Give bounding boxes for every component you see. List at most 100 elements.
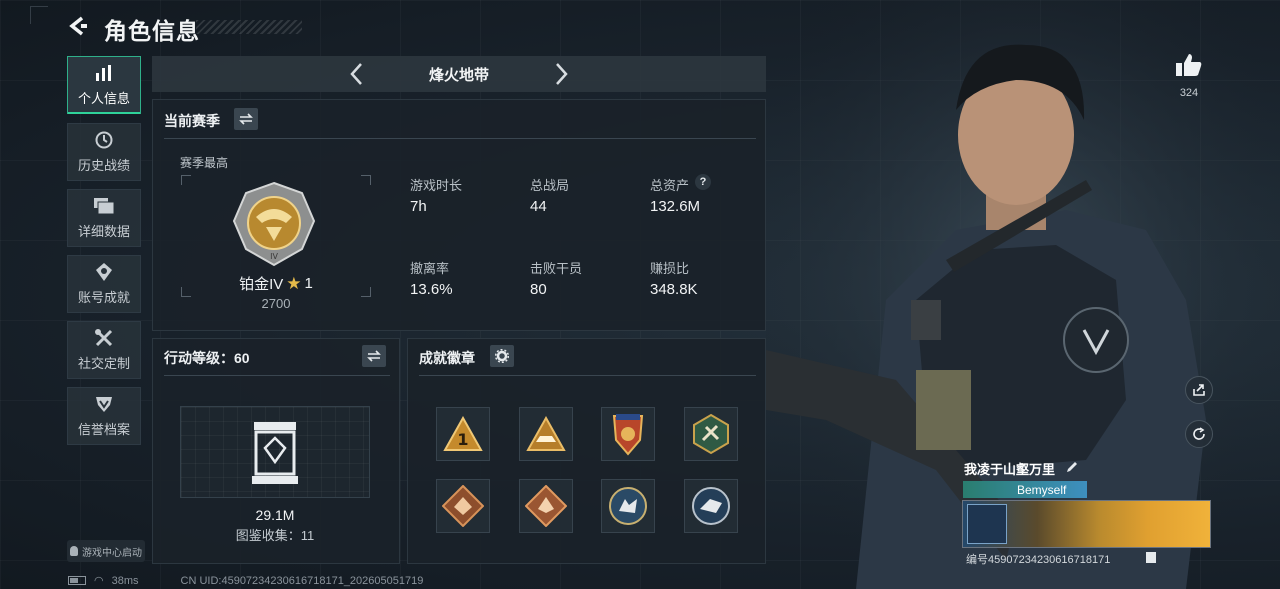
mode-selector: 烽火地带 (152, 56, 766, 92)
player-tag: Bemyself (963, 481, 1087, 498)
player-name: 我凌于山壑万里 (964, 462, 1056, 477)
profile-banner[interactable] (962, 500, 1211, 548)
corner-decoration (30, 6, 48, 24)
player-uid: 编号4590723423061671817​1 (966, 551, 1110, 567)
like-count: 324 (1179, 87, 1199, 99)
badge-beast-icon (442, 485, 484, 527)
action-level-divider (164, 375, 390, 376)
sidebar-item-details[interactable]: 详细数据 (67, 189, 141, 247)
swap-icon (367, 350, 381, 362)
game-center-button[interactable]: 游戏中心启动 (67, 540, 145, 562)
collection-case-icon (250, 420, 300, 491)
svg-text:1: 1 (457, 430, 468, 449)
like-button[interactable] (1175, 52, 1203, 80)
clock-icon (93, 130, 115, 150)
stat-value: 80 (530, 281, 547, 298)
help-icon[interactable]: ? (695, 174, 711, 190)
share-icon (1193, 384, 1205, 396)
collection-value: 29.1M (255, 507, 295, 523)
stat-value: 348.8K (650, 281, 698, 298)
gear-icon (495, 349, 509, 363)
ping-value: 38ms (111, 574, 139, 587)
mode-title: 烽火地带 (428, 66, 489, 84)
stat-label: 游戏时长 (410, 178, 463, 193)
achievement-badge[interactable] (601, 407, 655, 461)
sidebar-item-label: 信誉档案 (77, 422, 130, 437)
sidebar-item-history[interactable]: 历史战绩 (67, 123, 141, 181)
stat-label: 赚损比 (650, 261, 690, 276)
stat-label: 击败干员 (530, 261, 583, 276)
game-center-label: 游戏中心启动 (82, 547, 142, 559)
stat-label: 总资产 (650, 178, 690, 193)
folder-icon (93, 196, 115, 216)
stat-value: 7h (410, 198, 427, 215)
sidebar-item-label: 历史战绩 (77, 158, 130, 173)
action-level-switch-button[interactable] (362, 345, 386, 367)
chevron-left-icon (350, 63, 362, 85)
copy-icon[interactable] (1146, 552, 1156, 563)
shield-icon (93, 394, 115, 414)
achievement-badge[interactable] (436, 479, 490, 533)
share-button[interactable] (1185, 376, 1213, 404)
title-decoration (196, 20, 302, 34)
prev-mode-button[interactable] (342, 60, 370, 88)
season-title: 当前赛季 (164, 113, 220, 129)
stat-label: 总战局 (530, 178, 570, 193)
refresh-icon (1193, 427, 1205, 440)
badge-icon (93, 262, 115, 282)
penguin-icon (70, 546, 78, 556)
sidebar-item-profile[interactable]: 个人信息 (67, 56, 141, 114)
rank-score: 2700 (261, 296, 291, 311)
back-arrow-icon (69, 16, 87, 36)
back-button[interactable] (64, 12, 92, 40)
thumbs-up-icon (1176, 54, 1202, 76)
badge-wolf2-icon (692, 487, 730, 525)
achievement-badge[interactable] (519, 407, 573, 461)
achievements-settings-button[interactable] (490, 345, 514, 367)
sidebar-item-reputation[interactable]: 信誉档案 (67, 387, 141, 445)
rank-stars: 1 (304, 275, 313, 292)
badge-hex-icon (693, 413, 729, 455)
player-tag-label: Bemyself (1017, 482, 1067, 497)
tools-icon (93, 328, 115, 348)
achievement-badge[interactable] (519, 479, 573, 533)
rank-name: 铂金IV (239, 276, 284, 293)
stat-value: 44 (530, 198, 547, 215)
stat-label: 撤离率 (410, 261, 450, 276)
badge-crest-icon (612, 414, 644, 456)
sidebar-item-achievements[interactable]: 账号成就 (67, 255, 141, 313)
rank-name-row: 铂金IV ★ 1 (181, 273, 371, 294)
star-icon: ★ (286, 273, 302, 293)
badge-wolf-icon (609, 487, 647, 525)
chevron-right-icon (556, 63, 568, 85)
bar-chart-icon (93, 63, 115, 83)
season-best-label: 赛季最高 (180, 156, 229, 170)
sidebar-item-label: 个人信息 (77, 91, 130, 106)
wifi-icon: ◠ (94, 575, 104, 587)
achievements-title: 成就徽章 (419, 350, 475, 366)
sidebar-item-label: 账号成就 (77, 290, 130, 305)
stat-value: 13.6% (410, 281, 453, 298)
player-uid-text: 编号4590723423061671817​1 (966, 554, 1111, 566)
avatar (967, 504, 1007, 544)
badge-1-icon: 1 (443, 416, 483, 451)
achievement-badge[interactable] (601, 479, 655, 533)
collection-count: 图鉴收集：11 (235, 528, 315, 543)
next-mode-button[interactable] (548, 60, 576, 88)
achievement-badge[interactable] (684, 407, 738, 461)
badge-ship-icon (526, 416, 566, 451)
refresh-button[interactable] (1185, 420, 1213, 448)
achievement-badge[interactable]: 1 (436, 407, 490, 461)
season-switch-button[interactable] (234, 108, 258, 130)
action-level-title: 行动等级：60 (164, 350, 250, 366)
sidebar-item-label: 详细数据 (77, 224, 130, 239)
pencil-icon (1067, 462, 1077, 472)
swap-icon (239, 113, 253, 125)
status-bar: ◠ 38ms CN UID:459072342306167181​71_2026… (68, 574, 423, 587)
badge-beast2-icon (525, 485, 567, 527)
rank-medal-icon: IV (232, 181, 316, 272)
edit-name-button[interactable] (1066, 460, 1078, 478)
battery-icon (68, 576, 86, 585)
sidebar-item-social[interactable]: 社交定制 (67, 321, 141, 379)
achievement-badge[interactable] (684, 479, 738, 533)
